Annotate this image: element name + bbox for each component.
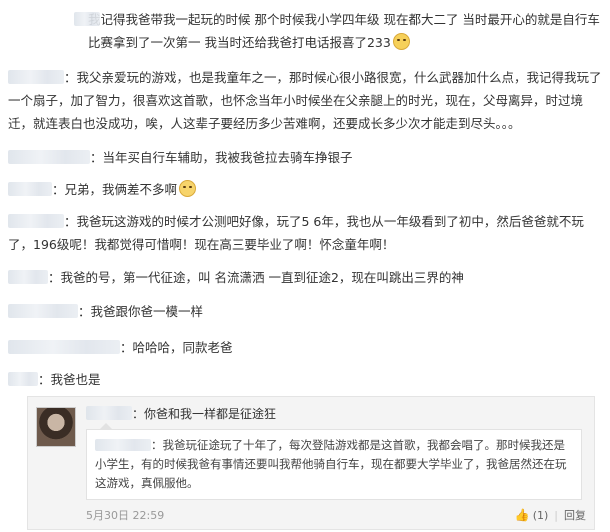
blurred-username[interactable] xyxy=(86,406,132,420)
timestamp: 5月30日 22:59 xyxy=(86,509,165,522)
reply-button[interactable]: 回复 xyxy=(564,509,586,522)
blurred-username[interactable] xyxy=(8,270,48,284)
comment-text: ：我爸玩这游戏的时候才公测吧好像，玩了5 6年，我也从一年级看到了初中，然后爸爸… xyxy=(8,214,584,252)
comment-thread: 我记得我爸带我一起玩的时候 那个时候我小学四年级 现在都大二了 当时最开心的就是… xyxy=(0,0,610,532)
blurred-username[interactable] xyxy=(8,340,120,354)
comment-item: ：当年买自行车辅助，我被我爸拉去骑车挣银子 xyxy=(8,146,604,169)
reply-header-text: ：你爸和我一样都是征途狂 xyxy=(132,407,277,421)
comment-text: ：我爸也是 xyxy=(38,372,101,387)
reply-header: ：你爸和我一样都是征途狂 xyxy=(86,405,276,422)
like-count: (1) xyxy=(532,509,549,522)
blurred-username[interactable] xyxy=(95,439,151,451)
like-button[interactable]: 👍 (1) xyxy=(514,508,549,522)
blurred-username[interactable] xyxy=(8,150,90,164)
comment-text: ：哈哈哈，同款老爸 xyxy=(120,340,233,355)
sad-emoji-icon xyxy=(179,180,197,197)
blurred-username[interactable] xyxy=(74,12,100,26)
quoted-comment: ：我爸玩征途玩了十年了，每次登陆游戏都是这首歌，我都会唱了。那时候我还是小学生，… xyxy=(86,429,582,500)
laugh-emoji-icon xyxy=(392,33,410,50)
thumbs-up-icon: 👍 xyxy=(514,508,530,522)
blurred-username[interactable] xyxy=(8,70,64,84)
separator: | xyxy=(554,509,558,522)
reply-card: ：你爸和我一样都是征途狂 ：我爸玩征途玩了十年了，每次登陆游戏都是这首歌，我都会… xyxy=(27,396,595,530)
comment-text: ：兄弟，我俩差不多啊 xyxy=(52,182,178,197)
comment-text: ：当年买自行车辅助，我被我爸拉去骑车挣银子 xyxy=(90,150,353,165)
comment-item: 我记得我爸带我一起玩的时候 那个时候我小学四年级 现在都大二了 当时最开心的就是… xyxy=(8,8,604,54)
comment-item: ：兄弟，我俩差不多啊 xyxy=(8,178,604,201)
comment-text: ：我爸的号，第一代征途，叫 名流潇洒 一直到征途2，现在叫跳出三界的神 xyxy=(48,270,464,285)
blurred-username[interactable] xyxy=(8,182,52,196)
comment-item: ：我爸跟你爸一模一样 xyxy=(8,300,604,323)
comment-text: 我记得我爸带我一起玩的时候 那个时候我小学四年级 现在都大二了 当时最开心的就是… xyxy=(88,12,600,50)
comment-item: ：我爸也是 xyxy=(8,368,604,391)
comment-text: ：我父亲爱玩的游戏，也是我童年之一，那时候心很小路很宽，什么武器加什么点，我记得… xyxy=(8,70,602,131)
comment-item: ：我爸的号，第一代征途，叫 名流潇洒 一直到征途2，现在叫跳出三界的神 xyxy=(8,266,604,289)
comment-item: ：哈哈哈，同款老爸 xyxy=(8,336,604,359)
comment-item: ：我爸玩这游戏的时候才公测吧好像，玩了5 6年，我也从一年级看到了初中，然后爸爸… xyxy=(8,210,604,256)
blurred-username[interactable] xyxy=(8,372,38,386)
reply-actions: 👍 (1) | 回复 xyxy=(515,507,586,523)
blurred-username[interactable] xyxy=(8,214,64,228)
blurred-username[interactable] xyxy=(8,304,78,318)
avatar[interactable] xyxy=(36,407,76,447)
comment-text: ：我爸跟你爸一模一样 xyxy=(78,304,204,319)
quoted-comment-text: ：我爸玩征途玩了十年了，每次登陆游戏都是这首歌，我都会唱了。那时候我还是小学生，… xyxy=(95,438,567,490)
comment-item: ：我父亲爱玩的游戏，也是我童年之一，那时候心很小路很宽，什么武器加什么点，我记得… xyxy=(8,66,604,135)
